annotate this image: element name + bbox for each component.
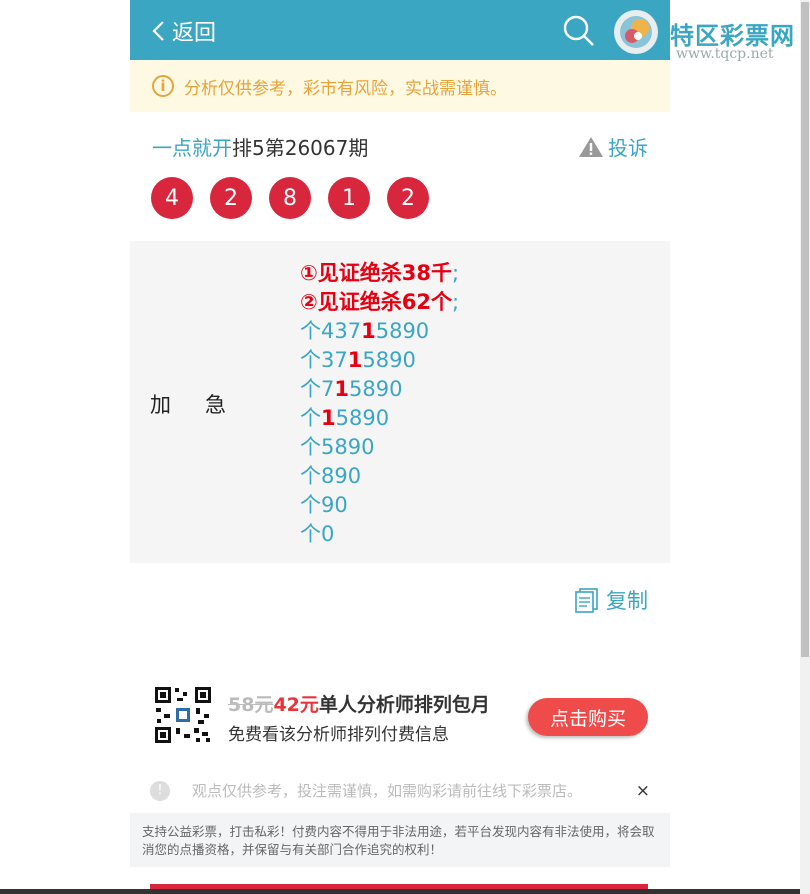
position-line: 个90 [300,493,348,517]
search-icon[interactable] [562,14,596,48]
kill-line: ②见证绝杀62个; [300,290,460,314]
back-button[interactable]: 返回 [150,15,216,47]
position-line: 个3715890 [300,348,416,372]
legal-notice: 支持公益彩票，打击私彩！付费内容不得用于非法用途，若平台发现内容有非法使用，将会… [130,813,670,867]
site-logo-icon [614,10,658,54]
page: 返回 i 分析仅供参考，彩市有风险，实战需谨慎。 一点就开排5第26067期 投… [130,0,670,894]
warning-icon [579,136,603,157]
scrollbar-thumb[interactable] [801,2,809,657]
position-line: 个0 [300,522,335,546]
tip-text: 观点仅供参考，投注需谨慎，如需购彩请前往线下彩票店。 [192,782,583,800]
analyst-name[interactable]: 一点就开 [152,136,232,160]
issue-number: 排5第26067期 [232,136,369,160]
prediction-content: 加急 ①见证绝杀38千; ②见证绝杀62个; 个43715890 个3715890… [130,241,670,563]
tip-bar: ! 观点仅供参考，投注需谨慎，如需购彩请前往线下彩票店。 × [150,780,650,801]
copy-icon [575,588,598,613]
copy-button[interactable]: 复制 [574,585,648,615]
position-line: 个5890 [300,435,375,459]
watermark-url: www.tqcp.net [676,46,774,62]
number-ball: 8 [269,177,311,219]
promo-subtitle: 免费看该分析师排列付费信息 [228,725,449,745]
promo-title: 58元42元单人分析师排列包月 [228,694,490,716]
chevron-left-icon [152,21,164,41]
number-ball: 4 [151,177,193,219]
copy-label: 复制 [606,589,648,613]
number-ball: 2 [387,177,429,219]
top-bar: 返回 [130,0,670,60]
position-line: 个43715890 [300,319,430,343]
buy-button[interactable]: 点击购买 [528,698,648,736]
number-ball: 2 [210,177,252,219]
number-ball: 1 [328,177,370,219]
info-icon: i [152,75,174,97]
prediction-lines: ①见证绝杀38千; ②见证绝杀62个; 个43715890 个3715890 个71… [300,259,459,549]
position-line: 个15890 [300,406,390,430]
alert-icon: ! [150,780,170,801]
qr-code-icon [154,686,212,744]
back-label: 返回 [172,21,217,46]
complain-button[interactable]: 投诉 [578,132,648,161]
issue-title: 一点就开排5第26067期 [152,132,368,161]
winning-numbers: 4 2 8 1 2 [151,177,429,219]
position-line: 个890 [300,464,362,488]
kill-line: ①见证绝杀38千; [300,261,460,285]
taskbar-edge [0,889,800,894]
content-label: 加急 [150,393,260,417]
scrollbar[interactable] [800,0,810,894]
notice-text: 分析仅供参考，彩市有风险，实战需谨慎。 [184,78,507,99]
promo-banner: 58元42元单人分析师排列包月 免费看该分析师排列付费信息 点击购买 [154,686,654,746]
position-line: 个715890 [300,377,403,401]
complain-label: 投诉 [608,136,648,160]
risk-notice: i 分析仅供参考，彩市有风险，实战需谨慎。 [130,60,670,112]
close-icon[interactable]: × [636,781,650,801]
